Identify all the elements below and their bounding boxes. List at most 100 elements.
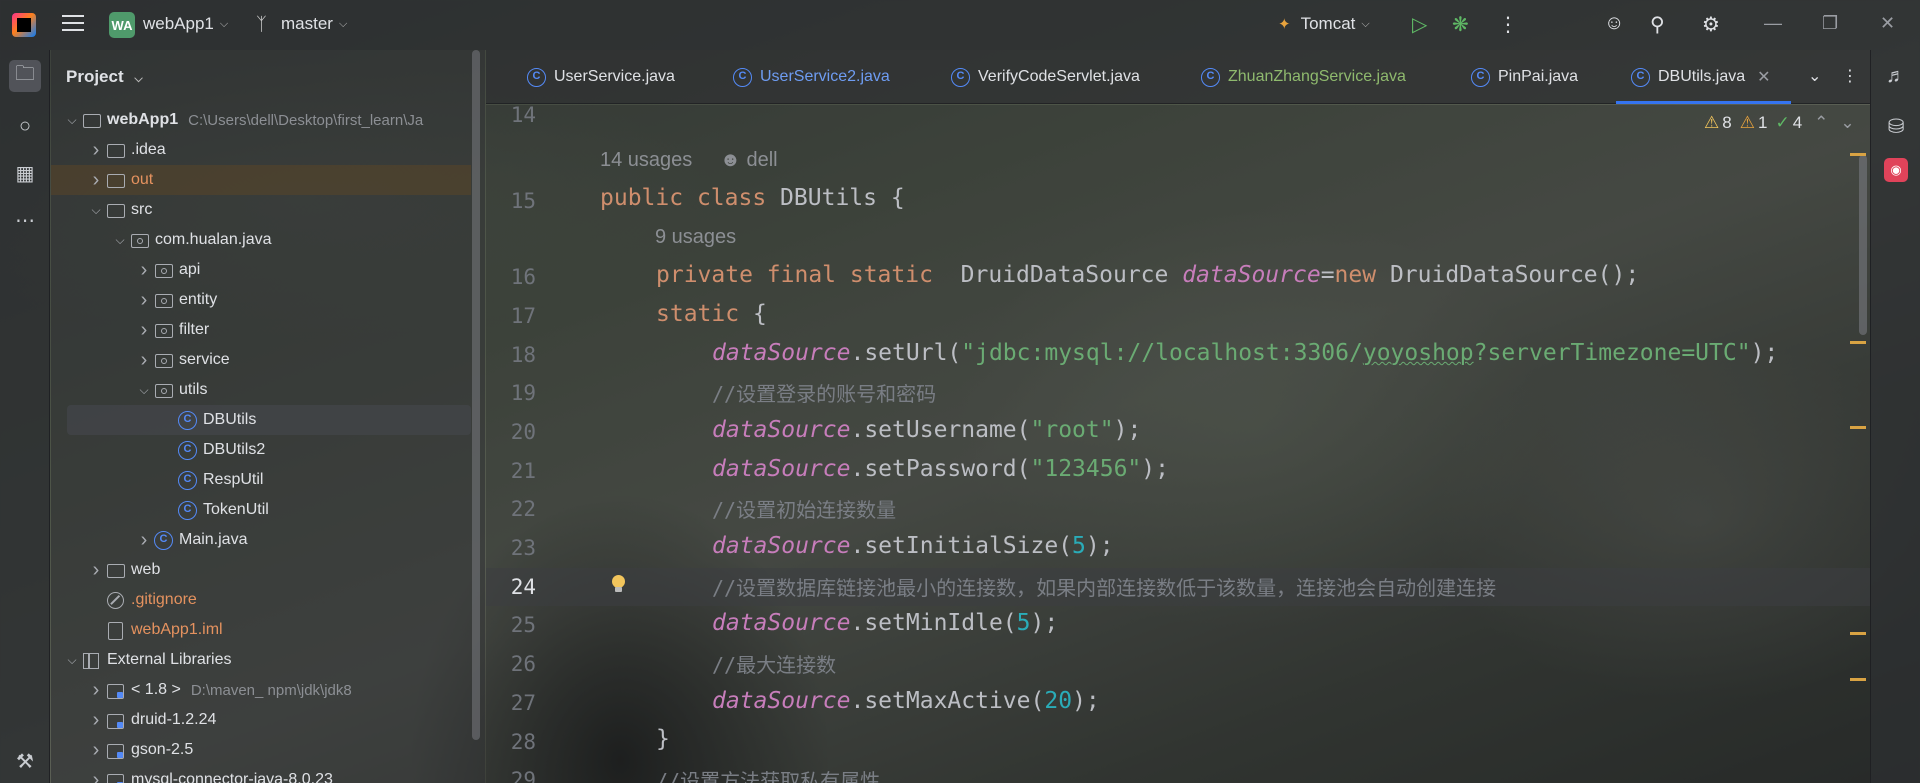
restore-icon[interactable]: ❐ <box>1822 13 1838 34</box>
editor-scrollbar[interactable] <box>1859 155 1867 335</box>
code-editor[interactable]: ⚠ 8 ⚠ 1 ✓ 4 ⌃ ⌄ 14 15 16 17 18 19 20 21 … <box>486 103 1870 783</box>
search-icon[interactable]: ⚲ <box>1650 12 1665 37</box>
structure-icon[interactable]: ▦ <box>9 157 41 189</box>
tree-item[interactable]: › Main.java <box>51 525 471 555</box>
main-menu-icon[interactable] <box>62 15 84 35</box>
tabs-dropdown-icon[interactable]: ⌄ <box>1808 66 1821 86</box>
minimize-icon[interactable]: — <box>1764 13 1782 34</box>
tab-dbutils[interactable]: DBUtils.java ✕ <box>1616 50 1791 104</box>
chevron-right-icon[interactable]: › <box>135 319 153 342</box>
chevron-down-icon[interactable]: ⌵ <box>63 113 81 128</box>
plugin-icon[interactable]: ◉ <box>1884 158 1908 182</box>
chevron-right-icon[interactable]: › <box>87 769 105 783</box>
chevron-right-icon[interactable]: › <box>135 349 153 372</box>
run-config-selector[interactable]: ✦ Tomcat ⌵ <box>1278 14 1370 34</box>
chevron-down-icon[interactable]: ⌵ <box>87 203 105 218</box>
chevron-down-icon[interactable]: ⌵ <box>63 653 81 668</box>
tree-item[interactable]: › entity <box>51 285 471 315</box>
commit-icon[interactable]: ○ <box>9 110 41 142</box>
tree-item-label: filter <box>179 321 210 338</box>
tree-item[interactable]: › druid-1.2.24 <box>51 705 471 735</box>
tab-zhuanzhangservice[interactable]: ZhuanZhangService.java <box>1200 50 1406 104</box>
tree-item[interactable]: ⌵ External Libraries <box>51 645 471 675</box>
tree-item-label: service <box>179 351 230 368</box>
project-panel-scrollbar[interactable] <box>472 50 480 740</box>
chevron-right-icon[interactable]: › <box>135 529 153 552</box>
keyword: static <box>656 301 740 327</box>
typo-check-icon: ✓ <box>1775 113 1790 132</box>
error-stripe-marker[interactable] <box>1850 632 1866 635</box>
chevron-right-icon[interactable]: › <box>87 559 105 582</box>
tab-userservice[interactable]: UserService.java <box>526 50 675 104</box>
field-ref: dataSource <box>1182 262 1321 288</box>
chevron-right-icon[interactable]: › <box>87 709 105 732</box>
chevron-down-icon[interactable]: ⌵ <box>135 383 153 398</box>
usages-inlay-hint[interactable]: 14 usages ☻ dell <box>600 149 778 172</box>
add-user-icon[interactable]: ☺ <box>1604 12 1624 35</box>
run-icon[interactable]: ▷ <box>1412 12 1427 37</box>
code-line-24: //设置数据库链接池最小的连接数，如果内部连接数低于该数量，连接池会自动创建连接 <box>712 576 1497 600</box>
intention-lightbulb-icon[interactable] <box>610 575 628 593</box>
close-tab-icon[interactable]: ✕ <box>1757 67 1770 87</box>
project-panel-header[interactable]: Project ⌵ <box>66 67 143 87</box>
tab-userservice2[interactable]: UserService2.java <box>732 50 890 104</box>
database-icon[interactable]: ⛁ <box>1880 110 1912 142</box>
tab-pinpai[interactable]: PinPai.java <box>1470 50 1578 104</box>
line-number: 17 <box>510 304 536 328</box>
code-text: ); <box>1072 688 1100 714</box>
tree-item[interactable]: › filter <box>51 315 471 345</box>
tree-item[interactable]: › web <box>51 555 471 585</box>
tree-item[interactable]: › < 1.8 > D:\maven_ npm\jdk\jdk8 <box>51 675 471 705</box>
project-selector[interactable]: webApp1 ⌵ <box>143 14 228 34</box>
chevron-right-icon[interactable]: › <box>135 259 153 282</box>
project-folder-icon[interactable]: 🗀 <box>9 60 41 92</box>
tree-item[interactable]: .gitignore <box>51 585 471 615</box>
tree-item[interactable]: DBUtils2 <box>51 435 471 465</box>
tree-item[interactable]: ⌵ src <box>51 195 471 225</box>
inspection-widget[interactable]: ⚠ 8 ⚠ 1 ✓ 4 ⌃ ⌄ <box>1704 113 1855 133</box>
line-number: 26 <box>510 652 536 676</box>
tab-verifycodeservlet[interactable]: VerifyCodeServlet.java <box>950 50 1140 104</box>
build-hammer-icon[interactable]: ⚒ <box>9 745 41 777</box>
debug-icon[interactable]: ❋ <box>1452 12 1469 37</box>
run-config-name: Tomcat <box>1300 14 1356 33</box>
tree-item[interactable]: › api <box>51 255 471 285</box>
notifications-bell-icon[interactable]: ♬ <box>1880 60 1912 92</box>
settings-gear-icon[interactable]: ⚙ <box>1702 12 1720 37</box>
chevron-right-icon[interactable]: › <box>87 169 105 192</box>
line-number-gutter: 14 15 16 17 18 19 20 21 22 23 24 25 26 2… <box>486 103 596 783</box>
tree-item[interactable]: ⌵ utils <box>51 375 471 405</box>
chevron-right-icon[interactable]: › <box>87 679 105 702</box>
error-stripe-marker[interactable] <box>1850 426 1866 429</box>
chevron-right-icon[interactable]: › <box>87 739 105 762</box>
tree-item[interactable]: › out <box>51 165 471 195</box>
close-window-icon[interactable]: ✕ <box>1880 13 1895 34</box>
git-branch-icon: ᛉ <box>256 14 267 34</box>
chevron-right-icon[interactable]: › <box>87 139 105 162</box>
project-badge[interactable]: WA <box>109 12 135 38</box>
tree-item[interactable]: RespUtil <box>51 465 471 495</box>
chevron-right-icon[interactable]: › <box>135 289 153 312</box>
error-stripe-marker[interactable] <box>1850 678 1866 681</box>
tree-item[interactable]: ⌵ com.hualan.java <box>51 225 471 255</box>
error-stripe-marker[interactable] <box>1850 341 1866 344</box>
tree-item[interactable]: webApp1.iml <box>51 615 471 645</box>
tree-item[interactable]: › mysql-connector-java-8.0.23 <box>51 765 471 783</box>
branch-selector[interactable]: master ⌵ <box>281 14 347 34</box>
tree-item[interactable]: › .idea <box>51 135 471 165</box>
tree-item[interactable]: ⌵ webApp1 C:\Users\dell\Desktop\first_lear… <box>51 105 471 135</box>
tabs-more-icon[interactable]: ⋮ <box>1842 66 1858 86</box>
tree-item[interactable]: TokenUtil <box>51 495 471 525</box>
error-stripe-marker[interactable] <box>1850 153 1866 156</box>
code-text: .setUrl( <box>850 340 962 366</box>
tree-item[interactable]: DBUtils <box>67 405 471 435</box>
more-tools-icon[interactable]: ⋯ <box>9 204 41 236</box>
chevron-down-icon[interactable]: ⌵ <box>111 233 129 248</box>
usages-inlay-hint[interactable]: 9 usages <box>655 226 736 249</box>
next-highlight-icon[interactable]: ⌄ <box>1840 113 1854 133</box>
previous-highlight-icon[interactable]: ⌃ <box>1814 113 1828 133</box>
intellij-logo-icon[interactable] <box>12 13 36 37</box>
more-actions-icon[interactable]: ⋮ <box>1498 12 1518 37</box>
tree-item[interactable]: › service <box>51 345 471 375</box>
tree-item[interactable]: › gson-2.5 <box>51 735 471 765</box>
